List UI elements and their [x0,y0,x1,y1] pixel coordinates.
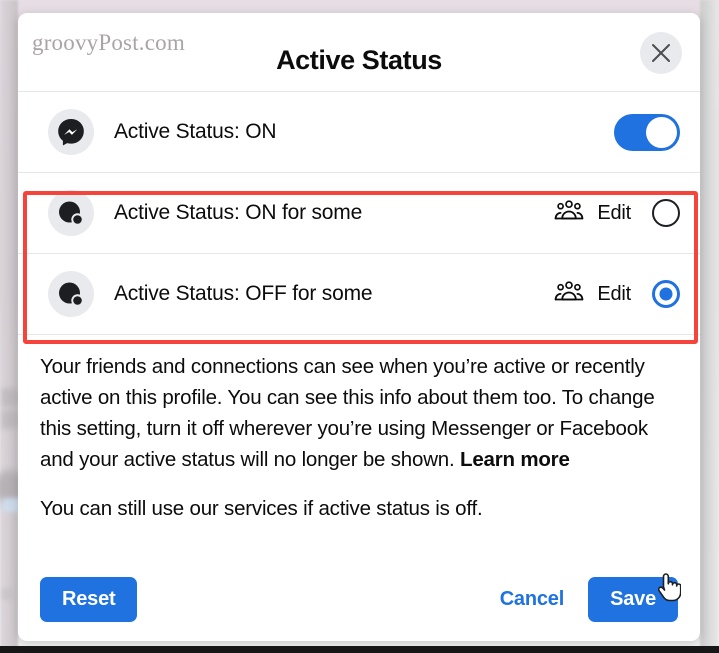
edit-link[interactable]: Edit [597,202,631,225]
page-title: Active Status [276,45,442,75]
row-label: Active Status: ON for some [114,201,363,224]
radio-on-for-some[interactable] [652,199,680,227]
screen: groovyPost.com Active Status Active Stat… [0,0,719,653]
background-left-strip [0,0,18,653]
toggle-knob [646,116,677,148]
bottom-bar [0,646,719,653]
cancel-button[interactable]: Cancel [490,577,574,622]
close-icon [650,42,672,64]
row-label: Active Status: OFF for some [114,282,373,305]
row-controls: Edit [554,199,680,228]
save-button[interactable]: Save [588,576,678,622]
divider [18,334,700,335]
avatar [48,190,94,236]
description-paragraph-1: Your friends and connections can see whe… [40,351,668,475]
partial-status-icon [55,278,87,310]
row-active-status-off-for-some[interactable]: Active Status: OFF for some Edit [18,254,700,334]
partial-status-icon [55,197,87,229]
learn-more-link[interactable]: Learn more [460,448,570,471]
row-controls [608,113,680,151]
row-active-status-on-for-some[interactable]: Active Status: ON for some Edit [18,173,700,253]
close-button[interactable] [640,32,682,74]
active-status-dialog: groovyPost.com Active Status Active Stat… [18,13,700,641]
background-right-strip [700,0,719,653]
active-status-toggle[interactable] [614,113,680,151]
radio-off-for-some[interactable] [652,280,680,308]
dialog-header: groovyPost.com Active Status [18,13,700,92]
row-controls: Edit [554,280,680,309]
row-active-status-on[interactable]: Active Status: ON [18,92,700,172]
description-text: Your friends and connections can see whe… [18,335,700,524]
reset-button[interactable]: Reset [40,576,138,622]
dialog-footer: Reset Cancel Save [18,557,700,641]
row-label: Active Status: ON [114,120,277,143]
people-group-icon[interactable] [554,199,584,228]
background-smudge [2,410,19,429]
avatar [48,271,94,317]
avatar [48,109,94,155]
background-smudge [2,588,14,600]
people-group-icon[interactable] [554,280,584,309]
footer-actions: Cancel Save [490,576,678,622]
messenger-icon [55,116,87,148]
background-smudge [2,388,19,407]
status-options-list: Active Status: ON Active Status: ON for … [18,92,700,335]
edit-link[interactable]: Edit [597,283,631,306]
description-paragraph-2: You can still use our services if active… [40,497,483,520]
